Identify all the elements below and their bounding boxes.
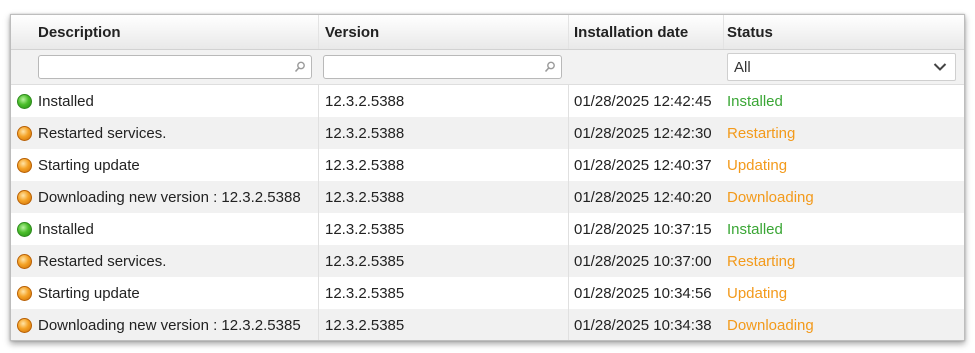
- description-cell: Starting update: [11, 149, 319, 181]
- column-header-status[interactable]: Status: [724, 15, 964, 49]
- status-cell: Installed: [727, 92, 783, 110]
- description-cell: Downloading new version : 12.3.2.5388: [11, 181, 319, 213]
- version-cell: 12.3.2.5388: [319, 181, 569, 213]
- chevron-down-icon: [933, 63, 947, 71]
- column-header-installation-date[interactable]: Installation date: [569, 15, 724, 49]
- description-cell: Restarted services.: [11, 117, 319, 149]
- installation-date-cell: 01/28/2025 12:42:45: [574, 92, 712, 110]
- table-row[interactable]: Installed 12.3.2.5385 01/28/2025 10:37:15 I…: [11, 213, 964, 245]
- search-icon: [544, 61, 555, 73]
- column-header-description[interactable]: Description: [11, 15, 319, 49]
- table-row[interactable]: Installed 12.3.2.5388 01/28/2025 12:42:45 I…: [11, 85, 964, 117]
- installation-date-cell: 01/28/2025 10:37:00: [574, 252, 712, 270]
- status-cell: Restarting: [727, 124, 796, 142]
- update-history-grid: Description Version Installation date St…: [10, 14, 965, 341]
- installation-date-cell: 01/28/2025 12:40:37: [574, 156, 712, 174]
- installation-date-cell: 01/28/2025 12:42:30: [574, 124, 712, 142]
- installation-date-cell: 01/28/2025 12:40:20: [574, 188, 712, 206]
- table-row[interactable]: Downloading new version : 12.3.2.5388 12.…: [11, 181, 964, 213]
- status-cell: Updating: [727, 284, 788, 302]
- status-cell: Downloading: [727, 188, 814, 206]
- version-cell: 12.3.2.5385: [319, 213, 569, 245]
- table-row[interactable]: Starting update 12.3.2.5385 01/28/2025 10:…: [11, 277, 964, 309]
- status-filter-select[interactable]: All: [727, 53, 956, 81]
- status-cell: Downloading: [727, 316, 814, 334]
- version-cell: 12.3.2.5385: [319, 245, 569, 277]
- version-cell: 12.3.2.5385: [319, 309, 569, 340]
- table-row[interactable]: Restarted services. 12.3.2.5385 01/28/2025…: [11, 245, 964, 277]
- installation-date-cell: 01/28/2025 10:34:38: [574, 316, 712, 334]
- status-cell: Installed: [727, 220, 783, 238]
- version-cell: 12.3.2.5385: [319, 277, 569, 309]
- description-filter-input[interactable]: [38, 55, 312, 79]
- filter-row: All: [11, 50, 964, 85]
- description-cell: Downloading new version : 12.3.2.5385: [11, 309, 319, 340]
- description-cell: Starting update: [11, 277, 319, 309]
- table-row[interactable]: Restarted services. 12.3.2.5388 01/28/2025…: [11, 117, 964, 149]
- status-cell: Updating: [727, 156, 788, 174]
- version-cell: 12.3.2.5388: [319, 117, 569, 149]
- version-cell: 12.3.2.5388: [319, 149, 569, 181]
- version-cell: 12.3.2.5388: [319, 85, 569, 117]
- table-row[interactable]: Downloading new version : 12.3.2.5385 12.…: [11, 309, 964, 340]
- installation-date-cell: 01/28/2025 10:37:15: [574, 220, 712, 238]
- search-icon: [294, 61, 305, 73]
- status-cell: Restarting: [727, 252, 796, 270]
- status-filter-value: All: [734, 58, 751, 76]
- description-cell: Installed: [11, 213, 319, 245]
- column-header-row: Description Version Installation date St…: [11, 15, 964, 50]
- description-cell: Installed: [11, 85, 319, 117]
- column-header-version[interactable]: Version: [319, 15, 569, 49]
- description-cell: Restarted services.: [11, 245, 319, 277]
- version-filter-input[interactable]: [323, 55, 562, 79]
- installation-date-cell: 01/28/2025 10:34:56: [574, 284, 712, 302]
- table-row[interactable]: Starting update 12.3.2.5388 01/28/2025 12:…: [11, 149, 964, 181]
